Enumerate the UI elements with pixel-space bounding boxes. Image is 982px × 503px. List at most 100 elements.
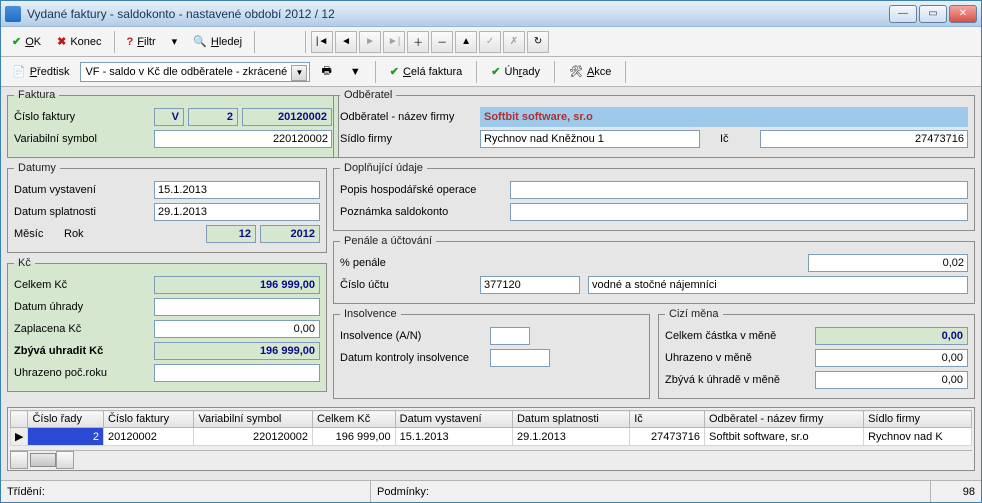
datum-uhrady-input[interactable] — [154, 298, 320, 316]
mena-uhr-label: Uhrazeno v měně — [665, 352, 815, 364]
ucet-input[interactable] — [480, 276, 580, 294]
faktura-group: Faktura Číslo faktury V 2 20120002 Varia… — [7, 89, 339, 158]
cislo-faktury-label: Číslo faktury — [14, 111, 154, 123]
zbyva-value: 196 999,00 — [154, 342, 320, 360]
kc-group: Kč Celkem Kč 196 999,00 Datum úhrady Zap… — [7, 257, 327, 392]
mena-group: Cizí měna Celkem částka v měně 0,00 Uhra… — [658, 308, 975, 399]
faktura-rada[interactable]: 2 — [188, 108, 238, 126]
datum-vyst-input[interactable] — [154, 181, 320, 199]
insolvence-an-label: Insolvence (A/N) — [340, 330, 490, 342]
predtisk-combo[interactable]: VF - saldo v Kč dle odběratele - zkrácen… — [80, 62, 310, 82]
tools-icon: 🛠 — [569, 65, 583, 78]
col-splat[interactable]: Datum splatnosti — [512, 411, 629, 428]
x-icon: ✖ — [57, 35, 66, 48]
datum-splat-input[interactable] — [154, 203, 320, 221]
pct-penale-label: % penále — [340, 257, 480, 269]
sidlo-input[interactable] — [480, 130, 700, 148]
pozn-input[interactable] — [510, 203, 968, 221]
cell-nazev[interactable]: Softbit software, sr.o — [705, 428, 864, 446]
odb-nazev-value[interactable]: Softbit software, sr.o — [480, 107, 968, 127]
insolvence-datum-label: Datum kontroly insolvence — [340, 352, 490, 364]
nav-cancel-button[interactable]: ✗ — [503, 31, 525, 53]
minimize-button[interactable]: — — [889, 5, 917, 23]
cell-celkem[interactable]: 196 999,00 — [313, 428, 396, 446]
nav-last-button[interactable]: ►| — [383, 31, 405, 53]
konec-button[interactable]: ✖Konec — [50, 30, 108, 54]
insolvence-group: Insolvence Insolvence (A/N) Datum kontro… — [333, 308, 650, 399]
hledej-button[interactable]: 🔍Hledej — [186, 30, 249, 54]
combo-value: VF - saldo v Kč dle odběratele - zkrácen… — [85, 66, 287, 78]
datumy-legend: Datumy — [14, 162, 60, 174]
nav-prev-button[interactable]: ◄ — [335, 31, 357, 53]
filtr-button[interactable]: ?Filtr — [120, 30, 163, 54]
uhrpoc-input[interactable] — [154, 364, 320, 382]
scrollbar-thumb[interactable] — [30, 453, 56, 467]
mesic-value[interactable]: 12 — [206, 225, 256, 243]
akce-button[interactable]: 🛠Akce — [562, 60, 618, 84]
col-nazev[interactable]: Odběratel - název firmy — [705, 411, 864, 428]
datumy-group: Datumy Datum vystavení Datum splatnosti … — [7, 162, 327, 253]
nav-refresh-button[interactable]: ↻ — [527, 31, 549, 53]
mena-zbyva-value: 0,00 — [815, 371, 968, 389]
datum-uhrady-label: Datum úhrady — [14, 301, 154, 313]
col-ic[interactable]: Ič — [630, 411, 705, 428]
ucet-popis-input[interactable] — [588, 276, 968, 294]
grid-header-row: Číslo řady Číslo faktury Variabilní symb… — [11, 411, 972, 428]
cell-vs[interactable]: 220120002 — [194, 428, 313, 446]
nav-add-button[interactable]: ＋ — [407, 31, 429, 53]
faktura-cislo[interactable]: 20120002 — [242, 108, 332, 126]
insolvence-datum-input[interactable] — [490, 349, 550, 367]
check-icon: ✔ — [12, 35, 21, 48]
col-vyst[interactable]: Datum vystavení — [395, 411, 512, 428]
col-cislo[interactable]: Číslo faktury — [103, 411, 193, 428]
faktura-typ[interactable]: V — [154, 108, 184, 126]
col-vs[interactable]: Variabilní symbol — [194, 411, 313, 428]
rok-label: Rok — [64, 228, 114, 240]
statusbar: Třídění: Podmínky: 98 — [1, 480, 981, 502]
predtisk-button[interactable]: 📄Předtisk — [5, 60, 76, 84]
print-dropdown[interactable]: ▼ — [343, 60, 368, 84]
ok-button[interactable]: ✔OOKK — [5, 30, 48, 54]
vs-label: Variabilní symbol — [14, 133, 154, 145]
col-sidlo[interactable]: Sídlo firmy — [864, 411, 972, 428]
popis-input[interactable] — [510, 181, 968, 199]
question-icon: ? — [127, 36, 134, 48]
dopln-group: Doplňující údaje Popis hospodářské opera… — [333, 162, 975, 231]
cell-vyst[interactable]: 15.1.2013 — [395, 428, 512, 446]
print-button[interactable]: 🖶 — [314, 60, 338, 84]
nav-del-button[interactable]: － — [431, 31, 453, 53]
nav-edit-button[interactable]: ▲ — [455, 31, 477, 53]
nav-next-button[interactable]: ► — [359, 31, 381, 53]
maximize-button[interactable]: ▭ — [919, 5, 947, 23]
col-celkem[interactable]: Celkem Kč — [313, 411, 396, 428]
cell-rada[interactable]: 2 — [28, 428, 104, 446]
secondary-toolbar: 📄Předtisk VF - saldo v Kč dle odběratele… — [1, 57, 981, 87]
rok-value[interactable]: 2012 — [260, 225, 320, 243]
horizontal-scrollbar[interactable] — [10, 450, 972, 468]
popis-label: Popis hospodářské operace — [340, 184, 510, 196]
table-row[interactable]: ▶ 2 20120002 220120002 196 999,00 15.1.2… — [11, 428, 972, 446]
cell-cislo[interactable]: 20120002 — [103, 428, 193, 446]
pct-penale-input[interactable] — [808, 254, 968, 272]
close-button[interactable]: ✕ — [949, 5, 977, 23]
odberatel-group: Odběratel Odběratel - název firmy Softbi… — [333, 89, 975, 158]
cell-splat[interactable]: 29.1.2013 — [512, 428, 629, 446]
datum-splat-label: Datum splatnosti — [14, 206, 154, 218]
insolvence-an-input[interactable] — [490, 327, 530, 345]
filtr-icon-button[interactable]: ▾ — [165, 30, 185, 54]
cell-sidlo[interactable]: Rychnov nad K — [864, 428, 972, 446]
status-trideni: Třídění: — [1, 481, 371, 502]
uhrpoc-label: Uhrazeno poč.roku — [14, 367, 154, 379]
data-grid[interactable]: Číslo řady Číslo faktury Variabilní symb… — [10, 410, 972, 446]
uhrady-button[interactable]: ✔Úhrady — [484, 60, 547, 84]
cell-ic[interactable]: 27473716 — [630, 428, 705, 446]
check-icon: ✔ — [390, 65, 399, 78]
nav-post-button[interactable]: ✓ — [479, 31, 501, 53]
ic-input[interactable] — [760, 130, 968, 148]
vs-input[interactable] — [154, 130, 332, 148]
col-rada[interactable]: Číslo řady — [28, 411, 104, 428]
cela-faktura-button[interactable]: ✔Celá faktura — [383, 60, 470, 84]
nav-first-button[interactable]: |◄ — [311, 31, 333, 53]
titlebar: Vydané faktury - saldokonto - nastavené … — [1, 1, 981, 27]
window-title: Vydané faktury - saldokonto - nastavené … — [27, 7, 889, 21]
